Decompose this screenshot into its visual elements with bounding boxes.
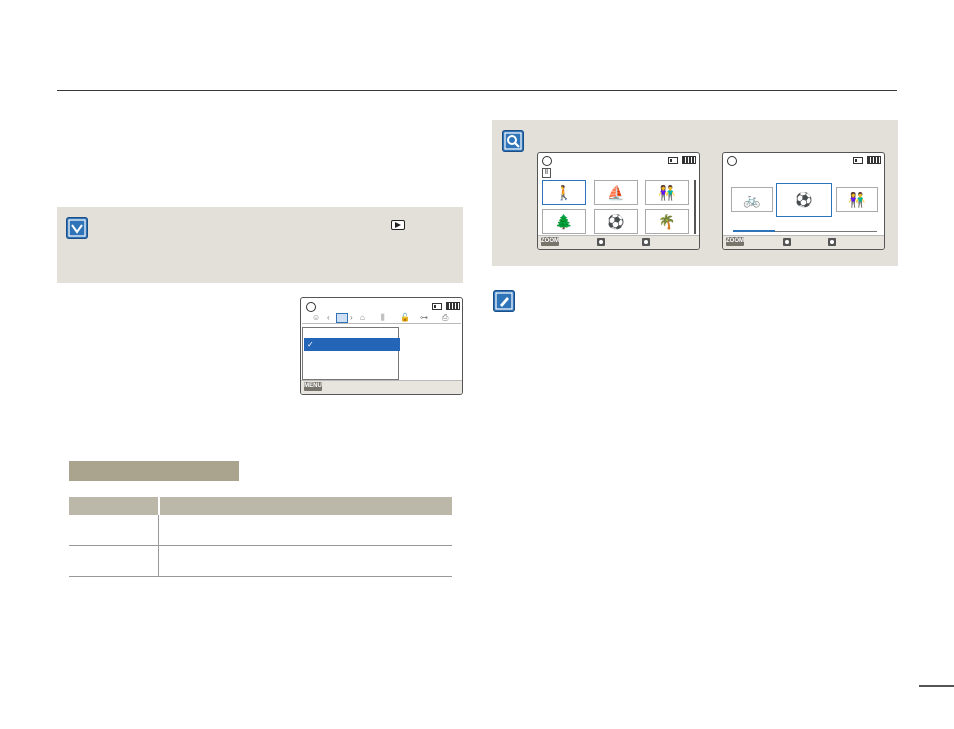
thumbnail-next[interactable]: 👫 (836, 187, 878, 212)
zoom-button[interactable]: ZOOM (726, 237, 744, 246)
bars-icon[interactable]: ⫼ (381, 313, 385, 323)
select-key-icon[interactable] (597, 238, 605, 246)
page-number-rule (919, 685, 954, 687)
checkmark-tip-icon (66, 217, 88, 239)
thumbnail-image: 🌲 (555, 213, 573, 229)
lcd-bottom-bar: ZOOM (538, 235, 699, 249)
key-icon[interactable]: ⊶ (420, 313, 428, 323)
chevron-left-icon[interactable]: ‹ (327, 313, 330, 323)
battery-icon (446, 302, 460, 310)
camera-mode-icon (727, 156, 737, 166)
memory-card-icon (853, 157, 863, 164)
zoom-button[interactable]: ZOOM (541, 237, 559, 246)
thumbnail-image: ⛵ (607, 184, 625, 200)
battery-icon (867, 156, 881, 164)
playback-mode-icon (391, 220, 405, 230)
protect-icon[interactable]: 🔓 (400, 313, 410, 323)
scrollbar[interactable] (694, 180, 696, 234)
thumbnail[interactable]: ⛵ (594, 180, 638, 205)
memory-card-icon (432, 303, 442, 310)
lcd-bottom-bar: ZOOM (723, 235, 884, 249)
lcd-menu-screen: ☺ ‹ ⚙ › ⌂ ⫼ 🔓 ⊶ ⎙ ✓ MENU (300, 297, 463, 395)
table-header (69, 497, 452, 515)
timeline-progress (733, 230, 775, 232)
thumbnail[interactable]: 🌲 (542, 209, 586, 234)
camera-mode-icon (306, 302, 316, 312)
chevron-right-icon[interactable]: › (350, 313, 353, 323)
thumbnail-previous[interactable]: 🚲 (731, 187, 773, 212)
magnifier-icon (502, 130, 524, 152)
thumbnail-image: 👫 (848, 191, 866, 207)
menu-button[interactable]: MENU (304, 382, 322, 391)
thumbnail[interactable]: 🚶 (542, 180, 586, 205)
lcd-bottom-bar: MENU (301, 380, 462, 394)
table-row (69, 515, 452, 546)
search-panel: Ⅱ 🚶 ⛵ 👫 🌲 ⚽ 🌴 ZOOM 🚲 ⚽ 👫 ZOOM (492, 120, 898, 266)
thumbnail[interactable]: ⚽ (594, 209, 638, 234)
memory-card-icon (668, 157, 678, 164)
table-title-bar (69, 461, 239, 481)
home-icon[interactable]: ⌂ (360, 313, 365, 323)
menu-option-selected[interactable]: ✓ (304, 338, 400, 351)
thumbnail-image: ⚽ (607, 213, 625, 229)
pencil-note-icon (493, 290, 515, 312)
menu-tab-row: ☺ ‹ ⚙ › ⌂ ⫼ 🔓 ⊶ ⎙ (302, 313, 461, 324)
lcd-thumbnail-screen: Ⅱ 🚶 ⛵ 👫 🌲 ⚽ 🌴 ZOOM (537, 152, 700, 250)
check-icon: ✓ (307, 340, 314, 349)
select-key-icon[interactable] (783, 238, 791, 246)
battery-icon (682, 156, 696, 164)
face-icon[interactable]: ☺ (312, 313, 320, 323)
thumbnail-image: 🌴 (658, 213, 676, 229)
table-row (69, 546, 452, 577)
thumbnail-image: 🚲 (743, 191, 761, 207)
tab-active-highlight (336, 313, 348, 323)
thumbnail[interactable]: 🌴 (645, 209, 689, 234)
lcd-single-view-screen: 🚲 ⚽ 👫 ZOOM (722, 152, 885, 250)
print-icon[interactable]: ⎙ (442, 313, 448, 323)
header-rule (57, 90, 897, 91)
folder-icon: Ⅱ (542, 168, 551, 178)
camera-mode-icon (542, 156, 552, 166)
thumbnail-current[interactable]: ⚽ (776, 183, 832, 217)
ok-key-icon[interactable] (828, 238, 836, 246)
tip-panel (57, 207, 463, 283)
thumbnail-image: 👫 (658, 184, 676, 200)
ok-key-icon[interactable] (642, 238, 650, 246)
thumbnail-image: 🚶 (555, 184, 573, 200)
thumbnail-image: ⚽ (795, 191, 813, 208)
thumbnail[interactable]: 👫 (645, 180, 689, 205)
menu-option-list: ✓ (302, 327, 400, 380)
